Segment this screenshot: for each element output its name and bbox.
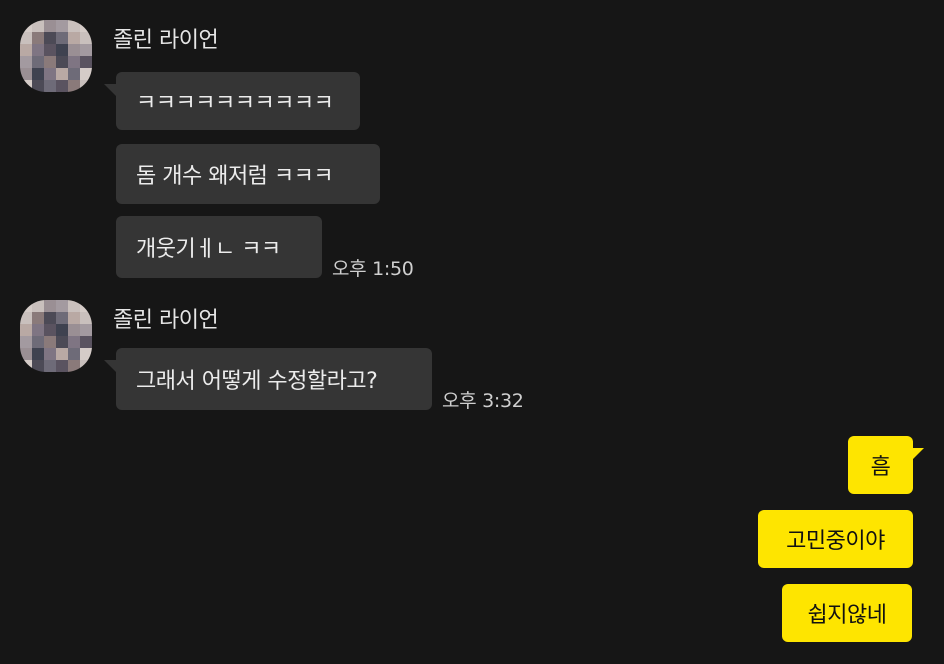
avatar-pixel bbox=[68, 348, 80, 360]
avatar-pixel bbox=[56, 56, 68, 68]
outgoing-message-bubble[interactable]: 흠 bbox=[848, 436, 913, 494]
avatar-pixel bbox=[20, 32, 32, 44]
avatar-pixel bbox=[56, 312, 68, 324]
avatar-pixel bbox=[68, 300, 80, 312]
avatar-pixel bbox=[80, 56, 92, 68]
avatar-pixel bbox=[32, 68, 44, 80]
avatar-pixel bbox=[68, 20, 80, 32]
avatar-pixel bbox=[20, 336, 32, 348]
avatar-pixel bbox=[80, 32, 92, 44]
avatar-pixel bbox=[20, 324, 32, 336]
avatar-pixel bbox=[80, 68, 92, 80]
avatar-pixel bbox=[44, 360, 56, 372]
avatar-pixel bbox=[56, 20, 68, 32]
sender-name: 졸린 라이언 bbox=[113, 28, 219, 53]
avatar-pixel bbox=[80, 360, 92, 372]
avatar-pixel bbox=[68, 56, 80, 68]
avatar-pixel bbox=[80, 80, 92, 92]
avatar-pixel bbox=[32, 56, 44, 68]
avatar-pixel bbox=[44, 312, 56, 324]
avatar-pixel bbox=[32, 360, 44, 372]
avatar-pixel bbox=[56, 32, 68, 44]
message-timestamp: 오후 1:50 bbox=[332, 258, 414, 280]
avatar-pixel bbox=[20, 68, 32, 80]
sender-avatar-icon[interactable] bbox=[20, 20, 92, 92]
bubble-tail bbox=[104, 84, 116, 96]
avatar-pixel bbox=[32, 80, 44, 92]
avatar-pixel bbox=[56, 80, 68, 92]
avatar-pixel bbox=[68, 360, 80, 372]
avatar-pixel bbox=[56, 324, 68, 336]
incoming-message-bubble[interactable]: 돔 개수 왜저럼 ㅋㅋㅋ bbox=[116, 144, 380, 204]
avatar-pixel bbox=[56, 300, 68, 312]
avatar-pixel bbox=[68, 80, 80, 92]
avatar-pixel bbox=[56, 44, 68, 56]
avatar-pixel bbox=[44, 324, 56, 336]
avatar-pixel bbox=[68, 68, 80, 80]
avatar-pixel bbox=[32, 300, 44, 312]
avatar-pixel bbox=[56, 348, 68, 360]
avatar-pixel bbox=[32, 20, 44, 32]
avatar-pixel bbox=[32, 324, 44, 336]
bubble-tail bbox=[104, 360, 116, 372]
avatar-pixel bbox=[20, 44, 32, 56]
avatar-pixel bbox=[44, 68, 56, 80]
avatar-pixel bbox=[44, 80, 56, 92]
avatar-pixel bbox=[68, 336, 80, 348]
avatar-pixel bbox=[68, 32, 80, 44]
sender-name: 졸린 라이언 bbox=[113, 308, 219, 333]
avatar-pixel bbox=[20, 312, 32, 324]
avatar-pixel bbox=[68, 312, 80, 324]
incoming-message-bubble[interactable]: 그래서 어떻게 수정할라고? bbox=[116, 348, 432, 410]
avatar-pixel bbox=[32, 32, 44, 44]
avatar-pixel bbox=[20, 300, 32, 312]
avatar-pixel bbox=[80, 348, 92, 360]
avatar-pixel bbox=[68, 324, 80, 336]
avatar-pixel bbox=[44, 32, 56, 44]
avatar-pixel bbox=[44, 348, 56, 360]
avatar-pixel bbox=[20, 360, 32, 372]
avatar-pixel bbox=[20, 20, 32, 32]
avatar-pixel bbox=[44, 336, 56, 348]
bubble-tail bbox=[912, 448, 924, 460]
avatar-pixel bbox=[80, 324, 92, 336]
message-timestamp: 오후 3:32 bbox=[442, 390, 524, 412]
outgoing-message-bubble[interactable]: 고민중이야 bbox=[758, 510, 913, 568]
avatar-pixel bbox=[80, 336, 92, 348]
incoming-message-bubble[interactable]: 개웃기ㅔㄴ ㅋㅋ bbox=[116, 216, 322, 278]
avatar-pixel bbox=[56, 68, 68, 80]
avatar-pixel bbox=[32, 44, 44, 56]
avatar-pixel bbox=[80, 300, 92, 312]
outgoing-message-bubble[interactable]: 쉽지않네 bbox=[782, 584, 912, 642]
avatar-pixel bbox=[44, 44, 56, 56]
avatar-pixel bbox=[20, 348, 32, 360]
avatar-pixel bbox=[20, 80, 32, 92]
avatar-pixel bbox=[44, 20, 56, 32]
avatar-pixel bbox=[44, 300, 56, 312]
avatar-pixel bbox=[20, 56, 32, 68]
avatar-pixel bbox=[80, 44, 92, 56]
avatar-pixel bbox=[80, 20, 92, 32]
avatar-pixel bbox=[56, 336, 68, 348]
incoming-message-bubble[interactable]: ㅋㅋㅋㅋㅋㅋㅋㅋㅋㅋ bbox=[116, 72, 360, 130]
avatar-pixel bbox=[68, 44, 80, 56]
avatar-pixel bbox=[32, 312, 44, 324]
sender-avatar-icon[interactable] bbox=[20, 300, 92, 372]
avatar-pixel bbox=[56, 360, 68, 372]
avatar-pixel bbox=[44, 56, 56, 68]
avatar-pixel bbox=[32, 348, 44, 360]
avatar-pixel bbox=[32, 336, 44, 348]
avatar-pixel bbox=[80, 312, 92, 324]
